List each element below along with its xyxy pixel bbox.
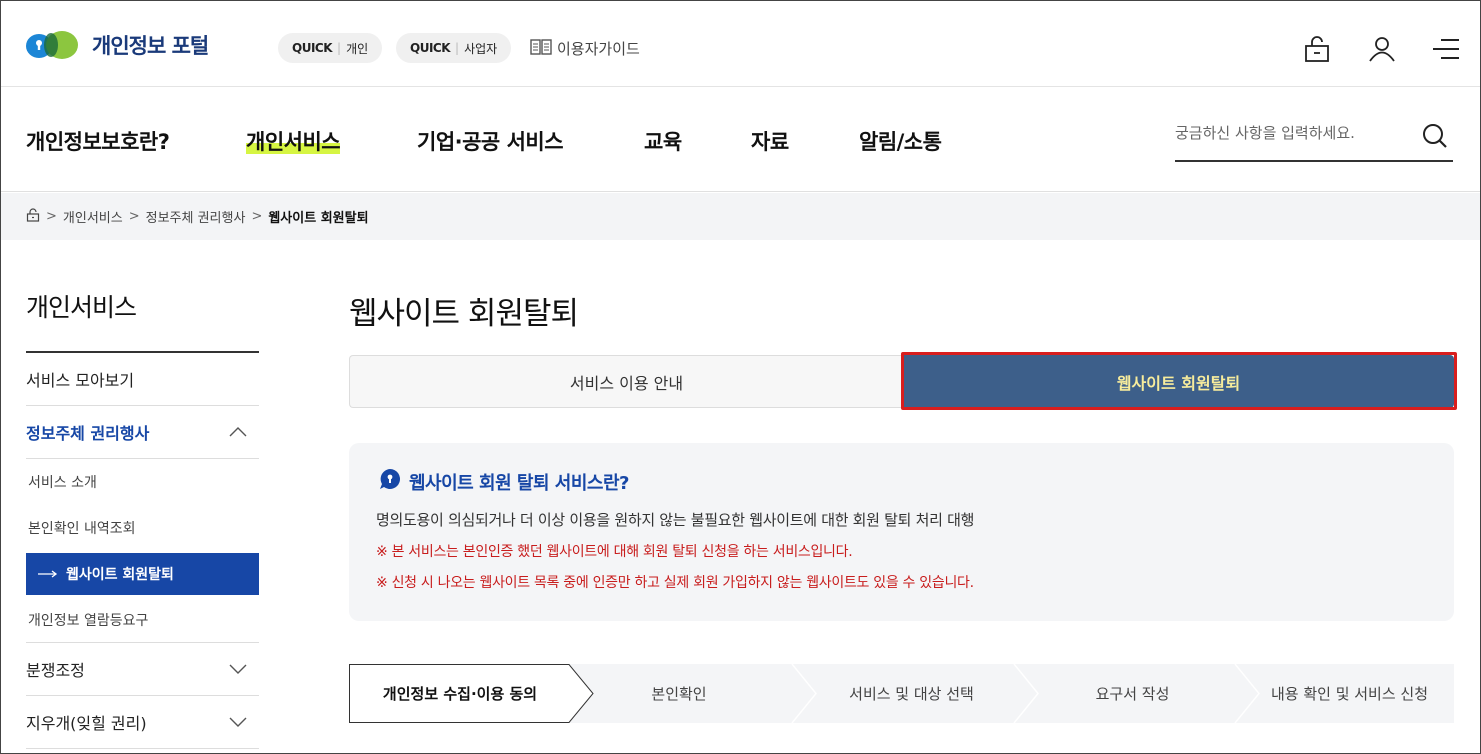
sidebar-item-eraser[interactable]: 지우개(잊힐 권리) xyxy=(26,696,259,749)
sidebar-subitem-website-withdrawal[interactable]: 웹사이트 회원탈퇴 xyxy=(26,553,259,595)
chevron-down-icon xyxy=(229,714,247,728)
search-box xyxy=(1175,118,1453,162)
search-input[interactable] xyxy=(1175,124,1405,142)
chevron-down-icon xyxy=(229,661,247,675)
top-bar: 개인정보 포털 QUICK | 개인 QUICK | 사업자 이용자가이드 xyxy=(0,0,1481,87)
tab-label: 서비스 이용 안내 xyxy=(569,373,684,393)
sidebar-subitem-intro[interactable]: 서비스 소개 xyxy=(26,459,259,505)
sidebar-subitem-label: 서비스 소개 xyxy=(28,475,97,491)
gnb-label: 자료 xyxy=(751,130,789,154)
gnb-item-about[interactable]: 개인정보보호란? xyxy=(26,126,170,156)
tab-service-guide[interactable]: 서비스 이용 안내 xyxy=(349,355,903,408)
breadcrumb-item[interactable]: 정보주체 권리행사 xyxy=(146,207,246,226)
breadcrumb: > 개인서비스 > 정보주체 권리행사 > 웹사이트 회원탈퇴 xyxy=(0,193,1481,240)
breadcrumb-current: 웹사이트 회원탈퇴 xyxy=(268,211,369,226)
arrow-right-icon xyxy=(38,566,58,582)
info-notice: ※ 신청 시 나오는 웹사이트 목록 중에 인증만 하고 실제 회원 가입하지 … xyxy=(376,575,974,591)
search-icon[interactable] xyxy=(1421,122,1449,150)
gnb-item-personal-service[interactable]: 개인서비스 xyxy=(246,126,341,156)
breadcrumb-separator: > xyxy=(46,209,57,224)
user-guide-link[interactable]: 이용자가이드 xyxy=(530,38,640,59)
book-icon xyxy=(530,38,552,59)
breadcrumb-separator: > xyxy=(251,209,263,224)
chevron-up-icon xyxy=(229,424,247,438)
divider: | xyxy=(455,41,460,55)
info-heading: 웹사이트 회원 탈퇴 서비스란? xyxy=(379,468,629,495)
quick-label: QUICK xyxy=(292,41,333,55)
user-guide-label: 이용자가이드 xyxy=(557,40,640,58)
lock-icon[interactable] xyxy=(1302,34,1332,64)
info-description: 명의도용이 의심되거나 더 이상 이용을 원하지 않는 불필요한 웹사이트에 대… xyxy=(376,511,975,529)
step-item: 내용 확인 및 서비스 신청 xyxy=(1270,685,1429,703)
lock-bubble-icon xyxy=(379,468,401,495)
gnb-label: 알림/소통 xyxy=(859,130,942,154)
gnb-item-resources[interactable]: 자료 xyxy=(751,126,789,156)
logo-text: 개인정보 포털 xyxy=(92,34,209,58)
sidebar: 서비스 모아보기 정보주체 권리행사 서비스 소개 본인확인 내역조회 웹사이트… xyxy=(26,353,259,749)
sidebar-item-label: 분쟁조정 xyxy=(26,661,85,680)
sidebar-item-label: 정보주체 권리행사 xyxy=(26,424,150,443)
sidebar-item-service-overview[interactable]: 서비스 모아보기 xyxy=(26,353,259,406)
gnb-label: 기업·공공 서비스 xyxy=(417,130,564,154)
sidebar-title: 개인서비스 xyxy=(26,293,137,322)
sidebar-subitem-label: 개인정보 열람등요구 xyxy=(28,612,149,629)
home-icon[interactable] xyxy=(26,207,40,226)
sidebar-item-rights[interactable]: 정보주체 권리행사 xyxy=(26,406,259,459)
user-icon[interactable] xyxy=(1367,34,1397,64)
breadcrumb-item[interactable]: 개인서비스 xyxy=(63,207,123,226)
quick-label: QUICK xyxy=(410,41,451,55)
highlight-box xyxy=(901,352,1457,410)
global-nav: 개인정보보호란? 개인서비스 기업·공공 서비스 교육 자료 알림/소통 xyxy=(0,88,1481,192)
sidebar-subitem-label: 웹사이트 회원탈퇴 xyxy=(66,567,174,583)
step-item: 개인정보 수집·이용 동의 xyxy=(382,685,538,703)
site-logo[interactable]: 개인정보 포털 xyxy=(24,30,209,60)
info-panel: 웹사이트 회원 탈퇴 서비스란? 명의도용이 의심되거나 더 이상 이용을 원하… xyxy=(349,443,1454,621)
step-indicator: 개인정보 수집·이용 동의 본인확인 서비스 및 대상 선택 요구서 작성 내용… xyxy=(349,664,1454,723)
sidebar-subitem-label: 본인확인 내역조회 xyxy=(28,521,136,537)
breadcrumb-separator: > xyxy=(128,209,140,224)
gnb-item-business-service[interactable]: 기업·공공 서비스 xyxy=(417,126,564,156)
step-item: 요구서 작성 xyxy=(1095,685,1170,703)
sidebar-subitem-access-request[interactable]: 개인정보 열람등요구 xyxy=(26,597,259,643)
divider: | xyxy=(337,41,342,55)
gnb-label: 교육 xyxy=(644,130,682,154)
menu-icon[interactable] xyxy=(1431,34,1461,64)
sidebar-subitem-verification-history[interactable]: 본인확인 내역조회 xyxy=(26,505,259,551)
info-heading-text: 웹사이트 회원 탈퇴 서비스란? xyxy=(409,472,629,494)
gnb-label: 개인서비스 xyxy=(246,130,341,154)
sidebar-item-dispute[interactable]: 분쟁조정 xyxy=(26,643,259,696)
logo-mark-icon xyxy=(24,30,80,60)
step-item: 본인확인 xyxy=(651,685,707,703)
page-title: 웹사이트 회원탈퇴 xyxy=(349,296,579,332)
gnb-item-education[interactable]: 교육 xyxy=(644,126,682,156)
gnb-item-notice[interactable]: 알림/소통 xyxy=(859,126,942,156)
info-notice: ※ 본 서비스는 본인인증 했던 웹사이트에 대해 회원 탈퇴 신청을 하는 서… xyxy=(376,544,853,560)
quick-business-label: 사업자 xyxy=(464,41,498,56)
quick-personal-button[interactable]: QUICK | 개인 xyxy=(278,33,383,63)
quick-personal-label: 개인 xyxy=(346,41,369,56)
gnb-label: 개인정보보호란? xyxy=(26,130,170,154)
step-item: 서비스 및 대상 선택 xyxy=(849,685,974,703)
quick-business-button[interactable]: QUICK | 사업자 xyxy=(396,33,512,63)
sidebar-item-label: 지우개(잊힐 권리) xyxy=(26,714,147,733)
sidebar-item-label: 서비스 모아보기 xyxy=(26,371,135,390)
